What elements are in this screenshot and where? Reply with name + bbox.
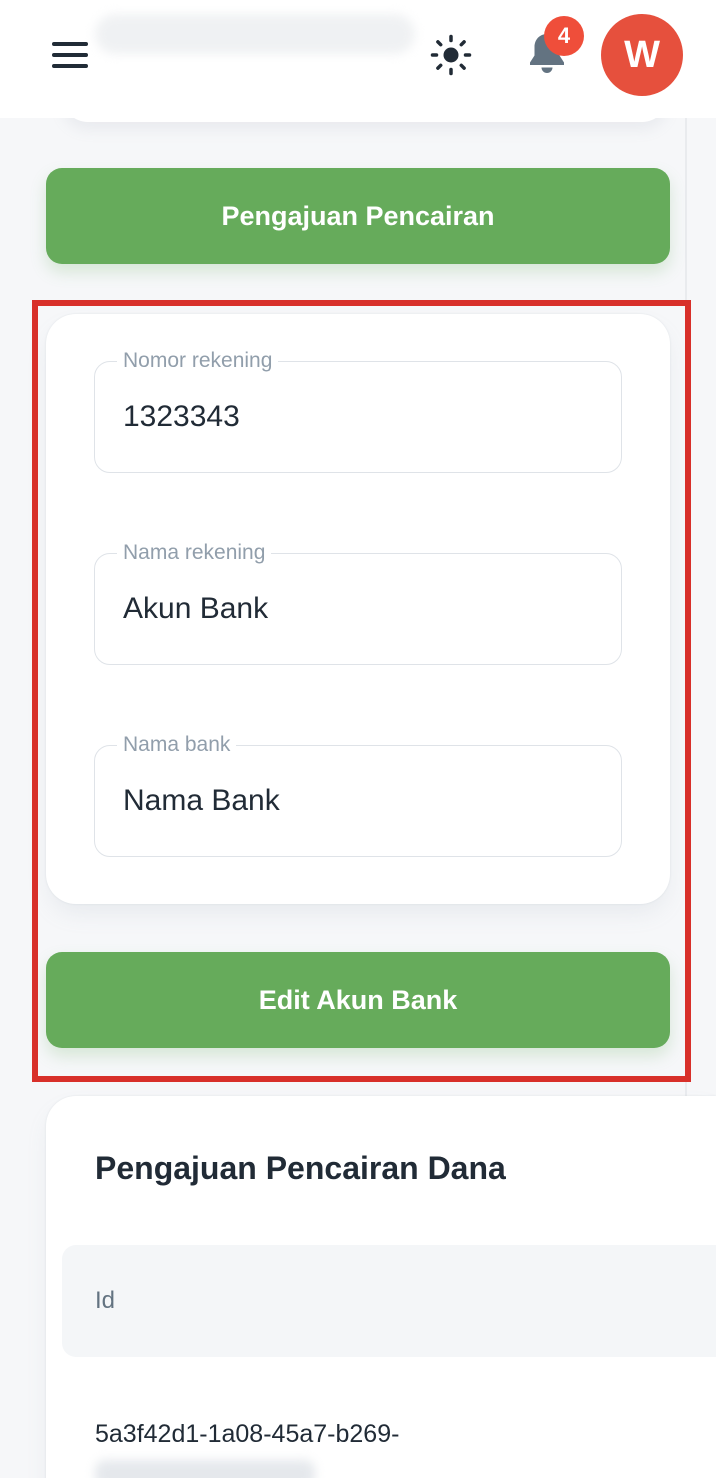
menu-icon[interactable] [52,42,88,68]
avatar[interactable]: W [601,14,683,96]
top-app-bar: 4 W [0,0,716,118]
withdrawal-requests-title: Pengajuan Pencairan Dana [95,1150,506,1186]
table-cell-id: 5a3f42d1-1a08-45a7-b269- [95,1420,400,1448]
highlight-box [32,300,691,1082]
notification-count-badge: 4 [544,16,584,56]
table-header [62,1245,716,1357]
truncated-id-continuation [95,1460,315,1478]
sun-icon[interactable] [430,34,472,76]
column-header-id: Id [95,1287,116,1314]
page: 4 W Pengajuan Pencairan Nomor rekening N… [0,0,716,1478]
blurred-title [95,14,415,54]
withdraw-request-button[interactable]: Pengajuan Pencairan [46,168,670,264]
